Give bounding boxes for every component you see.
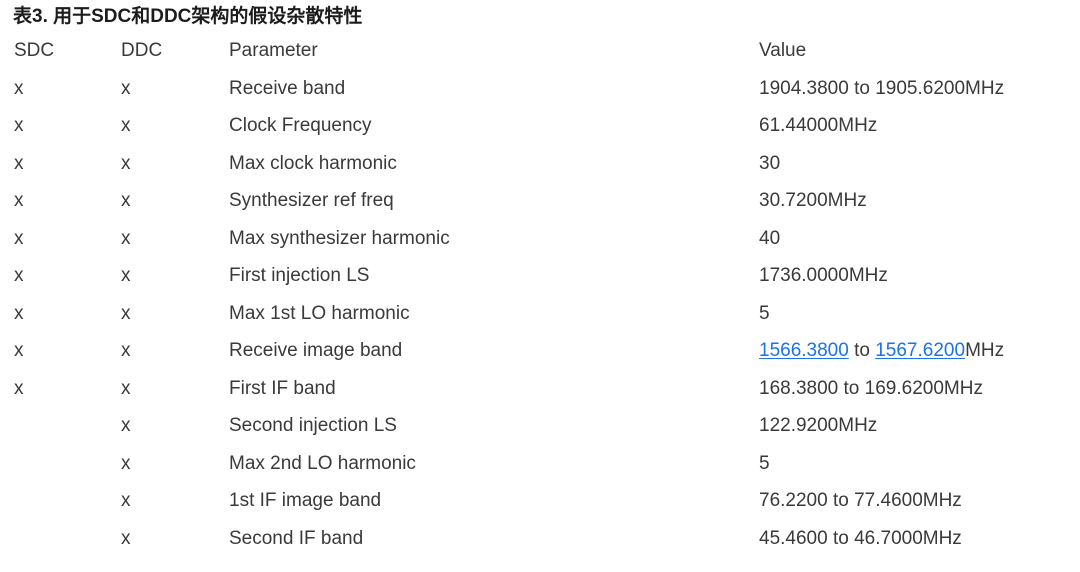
cell-sdc-mark: x xyxy=(14,227,24,249)
value-frequency-link[interactable]: 1567.6200 xyxy=(875,340,965,361)
table-header-row: SDC DDC Parameter Value xyxy=(0,32,1080,70)
cell-ddc-mark: x xyxy=(121,340,131,361)
table-row: x x Receive image band 1566.3800 to 1567.62… xyxy=(0,332,1080,370)
cell-value: 1736.0000MHz xyxy=(759,257,888,295)
cell-ddc-mark: x xyxy=(121,452,131,474)
value-text: 122.9200MHz xyxy=(759,415,878,436)
cell-parameter: First injection LS xyxy=(229,265,370,286)
table-row: x x Max 1st LO harmonic 5 xyxy=(0,295,1080,333)
cell-ddc-mark: x xyxy=(121,527,131,549)
cell-parameter: Max 2nd LO harmonic xyxy=(229,452,416,474)
cell-parameter: Receive image band xyxy=(229,340,403,361)
cell-sdc-mark: x xyxy=(14,265,24,286)
value-text: 45.4600 to 46.7000MHz xyxy=(759,527,962,549)
cell-sdc-mark: x xyxy=(14,302,24,324)
cell-ddc-mark: x xyxy=(121,265,131,286)
spurious-characteristics-table: 表3. 用于SDC和DDC架构的假设杂散特性 SDC DDC Parameter… xyxy=(0,0,1080,557)
cell-value: 30.7200MHz xyxy=(759,182,867,220)
table-row: x x Receive band 1904.3800 to 1905.6200MHz xyxy=(0,70,1080,108)
column-header-value: Value xyxy=(759,40,807,61)
cell-value: 168.3800 to 169.6200MHz xyxy=(759,370,983,408)
cell-ddc-mark: x xyxy=(121,115,131,136)
table-row: x x Synthesizer ref freq 30.7200MHz xyxy=(0,182,1080,220)
cell-parameter: Second IF band xyxy=(229,527,364,549)
cell-parameter: Clock Frequency xyxy=(229,115,372,136)
table-row: x x Clock Frequency 61.44000MHz xyxy=(0,107,1080,145)
table-row: x x First IF band 168.3800 to 169.6200MHz xyxy=(0,370,1080,408)
value-text: to xyxy=(848,340,876,361)
table-row: x 1st IF image band 76.2200 to 77.4600MHz xyxy=(0,482,1080,520)
cell-sdc-mark: x xyxy=(14,377,24,399)
cell-parameter: 1st IF image band xyxy=(229,490,382,511)
column-header-parameter: Parameter xyxy=(229,40,318,61)
cell-value: 1566.3800 to 1567.6200MHz xyxy=(759,332,1004,370)
value-text: 1904.3800 to 1905.6200MHz xyxy=(759,77,1005,99)
value-text: 5 xyxy=(759,302,770,324)
cell-ddc-mark: x xyxy=(121,190,131,211)
cell-sdc-mark: x xyxy=(14,152,24,174)
value-text: MHz xyxy=(965,340,1005,361)
cell-sdc-mark: x xyxy=(14,190,24,211)
table-row: x x Max synthesizer harmonic 40 xyxy=(0,220,1080,258)
cell-value: 30 xyxy=(759,145,780,183)
cell-ddc-mark: x xyxy=(121,377,131,399)
cell-value: 61.44000MHz xyxy=(759,107,877,145)
value-text: 168.3800 to 169.6200MHz xyxy=(759,377,983,399)
cell-sdc-mark: x xyxy=(14,340,24,361)
value-text: 76.2200 to 77.4600MHz xyxy=(759,490,962,511)
value-text: 5 xyxy=(759,452,770,474)
cell-parameter: First IF band xyxy=(229,377,336,399)
cell-parameter: Max 1st LO harmonic xyxy=(229,302,410,324)
value-text: 61.44000MHz xyxy=(759,115,878,136)
cell-sdc-mark: x xyxy=(14,77,24,99)
table-row: x Max 2nd LO harmonic 5 xyxy=(0,445,1080,483)
value-frequency-link[interactable]: 1566.3800 xyxy=(759,340,849,361)
cell-value: 122.9200MHz xyxy=(759,407,877,445)
value-text: 30.7200MHz xyxy=(759,190,867,211)
cell-value: 76.2200 to 77.4600MHz xyxy=(759,482,962,520)
cell-parameter: Synthesizer ref freq xyxy=(229,190,394,211)
value-text: 1736.0000MHz xyxy=(759,265,888,286)
table-row: x x First injection LS 1736.0000MHz xyxy=(0,257,1080,295)
cell-ddc-mark: x xyxy=(121,415,131,436)
table-title: 表3. 用于SDC和DDC架构的假设杂散特性 xyxy=(13,6,363,27)
cell-value: 5 xyxy=(759,295,770,333)
cell-value: 45.4600 to 46.7000MHz xyxy=(759,520,962,558)
cell-value: 40 xyxy=(759,220,780,258)
table-row: x x Max clock harmonic 30 xyxy=(0,145,1080,183)
table-row: x Second injection LS 122.9200MHz xyxy=(0,407,1080,445)
column-header-sdc: SDC xyxy=(14,40,55,61)
cell-ddc-mark: x xyxy=(121,490,131,511)
cell-value: 5 xyxy=(759,445,770,483)
cell-ddc-mark: x xyxy=(121,152,131,174)
cell-parameter: Max synthesizer harmonic xyxy=(229,227,450,249)
table-row: x Second IF band 45.4600 to 46.7000MHz xyxy=(0,520,1080,558)
table-body: SDC DDC Parameter Value x x Receive band 19… xyxy=(0,32,1080,557)
value-text: 30 xyxy=(759,152,781,174)
cell-ddc-mark: x xyxy=(121,227,131,249)
cell-parameter: Second injection LS xyxy=(229,415,397,436)
cell-ddc-mark: x xyxy=(121,77,131,99)
cell-parameter: Receive band xyxy=(229,77,346,99)
column-header-ddc: DDC xyxy=(121,40,163,61)
cell-sdc-mark: x xyxy=(14,115,24,136)
cell-ddc-mark: x xyxy=(121,302,131,324)
cell-parameter: Max clock harmonic xyxy=(229,152,397,174)
cell-value: 1904.3800 to 1905.6200MHz xyxy=(759,70,1004,108)
value-text: 40 xyxy=(759,227,781,249)
